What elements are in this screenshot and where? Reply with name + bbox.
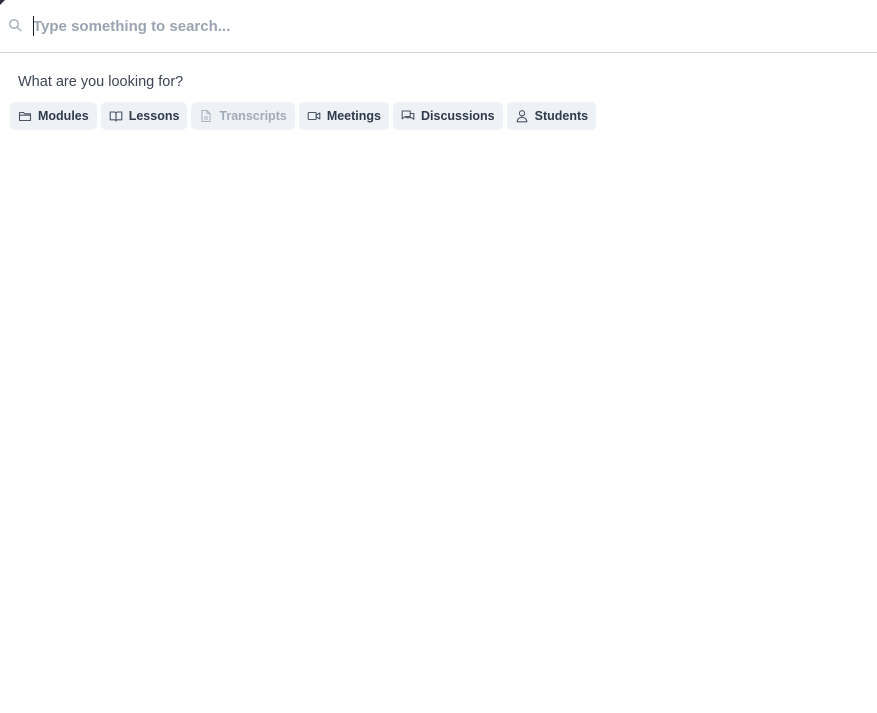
book-icon (109, 109, 123, 123)
video-icon (307, 109, 321, 123)
filter-transcripts-label: Transcripts (219, 109, 287, 123)
folder-icon (18, 109, 32, 123)
search-prompt: What are you looking for? (18, 74, 184, 90)
filter-students-button[interactable]: Students (506, 102, 597, 130)
search-input[interactable] (33, 14, 853, 38)
filter-transcripts-button[interactable]: Transcripts (191, 102, 295, 130)
user-icon (515, 109, 529, 123)
text-caret (33, 16, 34, 36)
search-bar (0, 0, 877, 53)
document-icon (199, 109, 213, 123)
filter-discussions-label: Discussions (421, 109, 495, 123)
filter-lessons-button[interactable]: Lessons (100, 102, 188, 130)
filter-modules-button[interactable]: Modules (10, 102, 97, 130)
filter-meetings-button[interactable]: Meetings (298, 102, 389, 130)
filter-students-label: Students (534, 109, 589, 123)
search-icon (8, 18, 22, 32)
filter-modules-label: Modules (38, 109, 89, 123)
filter-lessons-label: Lessons (128, 109, 180, 123)
chat-icon (401, 109, 415, 123)
filter-meetings-label: Meetings (326, 109, 381, 123)
filter-discussions-button[interactable]: Discussions (393, 102, 503, 130)
filter-chips: Modules Lessons Transcripts Meetings Dis… (10, 102, 597, 130)
